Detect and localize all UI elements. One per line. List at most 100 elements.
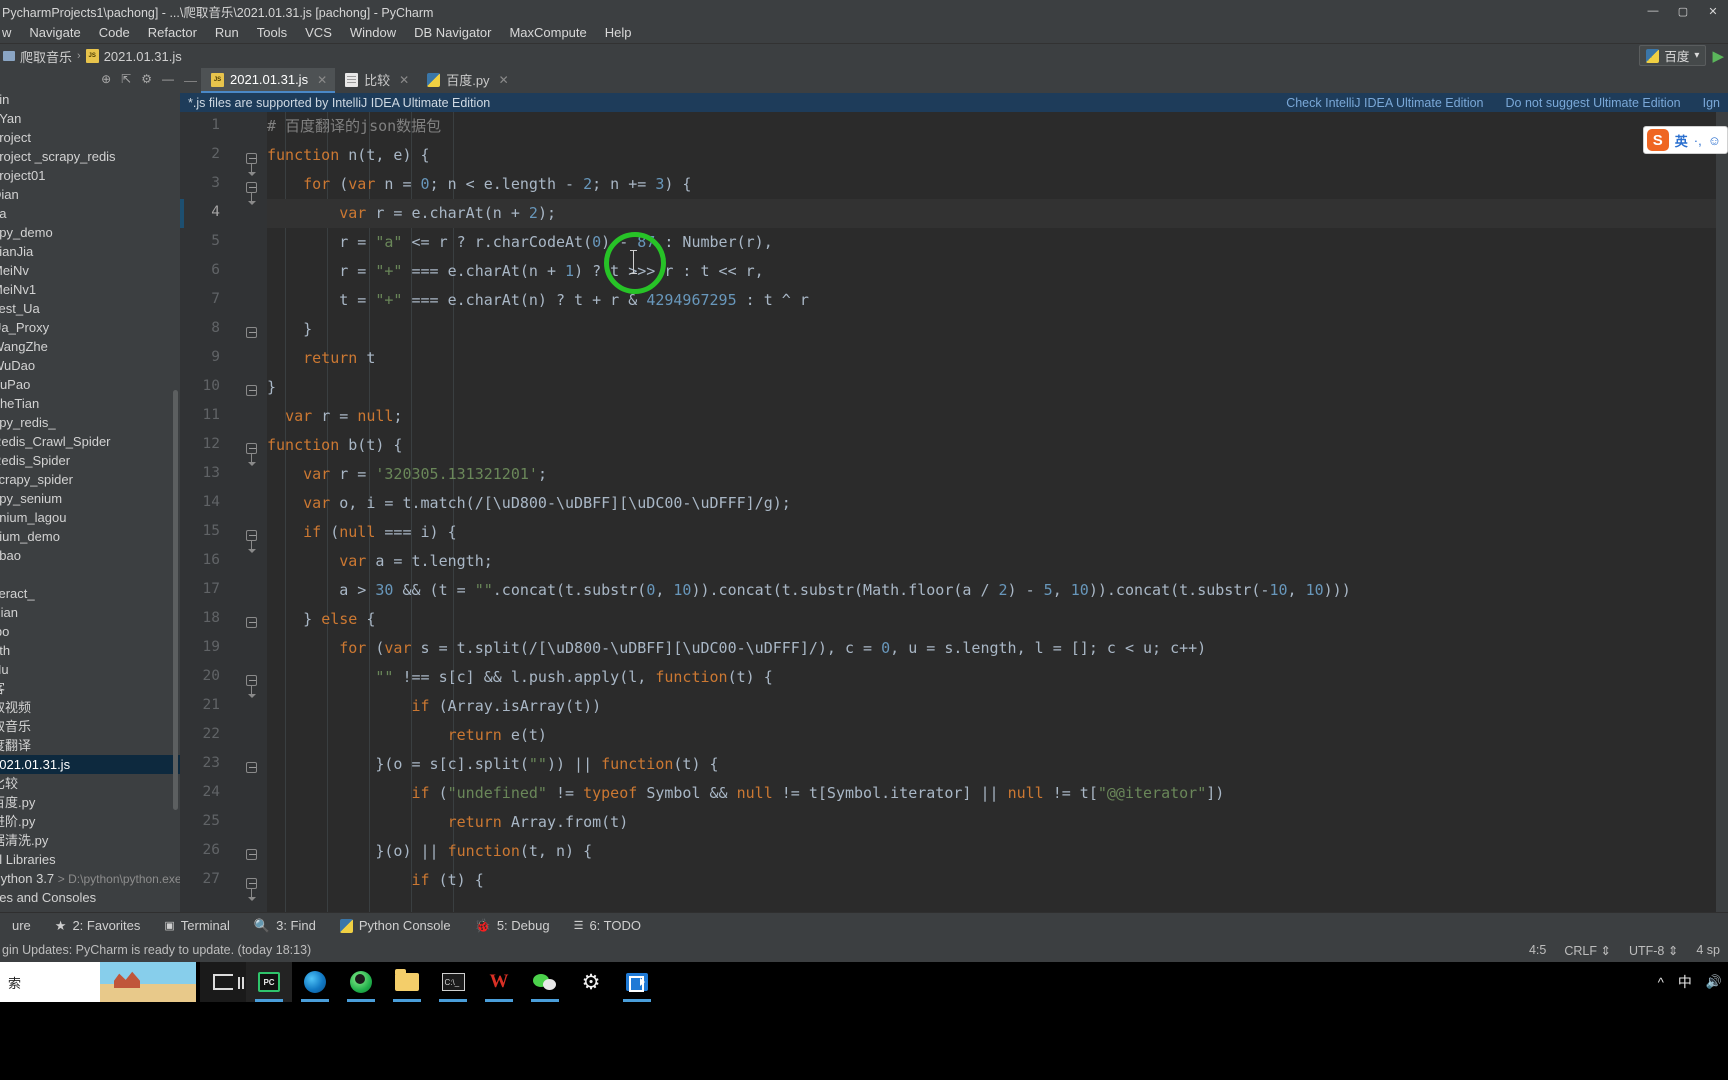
code-line[interactable]: }(o) || function(t, n) {	[267, 837, 1728, 866]
project-tree-item[interactable]: project _scrapy_redis	[0, 147, 180, 166]
menu-item-help[interactable]: Help	[596, 24, 641, 41]
bottom-item-favorites[interactable]: ★ 2: Favorites	[43, 918, 153, 934]
code-line[interactable]: if (null === i) {	[267, 518, 1728, 547]
code-line[interactable]: var a = t.length;	[267, 547, 1728, 576]
project-tree-item[interactable]: WuDao	[0, 356, 180, 375]
project-tree-item[interactable]: Hu	[0, 660, 180, 679]
project-tree-item[interactable]: project01	[0, 166, 180, 185]
indent-selector[interactable]: 4 sp	[1696, 943, 1720, 957]
code-line[interactable]: var o, i = t.match(/[\uD800-\uDBFF][\uDC…	[267, 489, 1728, 518]
project-tree-item[interactable]: apy_senium	[0, 489, 180, 508]
menu-item-navigate[interactable]: Navigate	[20, 24, 89, 41]
code-fold-toggle[interactable]	[246, 530, 259, 553]
tab-baidu-py[interactable]: 百度.py ✕	[417, 68, 516, 93]
code-line[interactable]: }(o = s[c].split("")) || function(t) {	[267, 750, 1728, 779]
menu-item-window[interactable]: Window	[341, 24, 405, 41]
code-fold-toggle[interactable]	[246, 443, 259, 466]
command-prompt-icon[interactable]	[430, 962, 476, 1002]
menu-item-code[interactable]: Code	[90, 24, 139, 41]
tray-expand-icon[interactable]: ^	[1658, 975, 1664, 990]
close-icon[interactable]: ✕	[399, 73, 409, 87]
code-line[interactable]: return e(t)	[267, 721, 1728, 750]
code-line[interactable]: r = "+" === e.charAt(n + 1) ? t >>> r : …	[267, 257, 1728, 286]
code-line[interactable]: function n(t, e) {	[267, 141, 1728, 170]
project-tree-item[interactable]: ZheTian	[0, 394, 180, 413]
project-tree-item[interactable]: 比较	[0, 774, 180, 793]
code-line[interactable]: var r = null;	[267, 402, 1728, 431]
menu-item-w-partial[interactable]: w	[0, 24, 20, 41]
bottom-item-find[interactable]: 🔍 3: Find	[242, 918, 328, 934]
code-line[interactable]: if (Array.isArray(t))	[267, 692, 1728, 721]
code-line[interactable]: for (var s = t.split(/[\uD800-\uDBFF][\u…	[267, 634, 1728, 663]
project-tree-item[interactable]: 取视频	[0, 698, 180, 717]
project-tree-item[interactable]: 度翻译	[0, 736, 180, 755]
project-tree-item[interactable]: apy_demo	[0, 223, 180, 242]
project-tree-item[interactable]: 百度.py	[0, 793, 180, 812]
code-fold-toggle[interactable]	[246, 153, 259, 176]
breadcrumb-file[interactable]: 2021.01.31.js	[83, 49, 185, 64]
code-fold-toggle[interactable]	[246, 385, 259, 398]
project-tree-item[interactable]: 取音乐	[0, 717, 180, 736]
project-tree-item[interactable]: apy_redis_	[0, 413, 180, 432]
breadcrumb-folder[interactable]: 爬取音乐	[0, 47, 75, 66]
bottom-item-debug[interactable]: 🐞 5: Debug	[463, 918, 562, 934]
check-ultimate-link[interactable]: Check IntelliJ IDEA Ultimate Edition	[1286, 96, 1483, 110]
maximize-button[interactable]: ▢	[1668, 0, 1698, 22]
project-tree-item[interactable]: WangZhe	[0, 337, 180, 356]
taskbar-search-box[interactable]: 索	[0, 962, 196, 1002]
project-tree-item[interactable]: scrapy_spider	[0, 470, 180, 489]
project-tree-item[interactable]: LianJia	[0, 242, 180, 261]
project-tree-item[interactable]: al Libraries	[0, 850, 180, 869]
project-tree-item[interactable]: hes and Consoles	[0, 888, 180, 907]
code-line[interactable]: var r = '320305.131321201';	[267, 460, 1728, 489]
task-view-icon[interactable]	[200, 962, 246, 1002]
code-line[interactable]: }	[267, 373, 1728, 402]
code-fold-toggle[interactable]	[246, 849, 259, 862]
edge-browser-icon[interactable]	[292, 962, 338, 1002]
collapse-all-icon[interactable]: ⊕	[101, 72, 111, 86]
menu-item-tools[interactable]: Tools	[248, 24, 296, 41]
locate-icon[interactable]: ⇱	[121, 72, 131, 86]
code-fold-toggle[interactable]	[246, 327, 259, 340]
project-tree-item[interactable]: MeiNv	[0, 261, 180, 280]
run-button[interactable]: ▶	[1712, 47, 1724, 65]
status-message[interactable]: gin Updates: PyCharm is ready to update.…	[2, 943, 311, 957]
sogou-ime-bar[interactable]: S 英 ·, ☺	[1642, 126, 1728, 154]
project-tree-item[interactable]: Redis_Crawl_Spider	[0, 432, 180, 451]
pycharm-icon[interactable]: PC	[246, 962, 292, 1002]
code-line[interactable]: function b(t) {	[267, 431, 1728, 460]
tab-2021-01-31-js[interactable]: 2021.01.31.js ✕	[201, 68, 336, 93]
wps-icon[interactable]: W	[476, 962, 522, 1002]
code-line[interactable]: if (t) {	[267, 866, 1728, 895]
hide-toolwindow-icon[interactable]: —	[162, 72, 174, 86]
tab-list-collapse-icon[interactable]: —	[180, 68, 201, 93]
volume-icon[interactable]: 🔊	[1706, 974, 1722, 990]
close-icon[interactable]: ✕	[317, 73, 327, 87]
bottom-item-structure[interactable]: ure	[0, 918, 43, 933]
code-fold-toggle[interactable]	[246, 617, 259, 630]
code-line[interactable]: }	[267, 315, 1728, 344]
file-explorer-icon[interactable]	[384, 962, 430, 1002]
editor-gutter[interactable]: 1 2 3 4 5 6 7 8 9 10 11 12 13 14 15 16 17 18 19 20 21 22 23 24 2…	[180, 112, 267, 912]
ime-chinese-icon[interactable]: 中	[1678, 972, 1692, 992]
project-tree-item[interactable]: i	[0, 565, 180, 584]
ime-smiley-icon[interactable]: ☺	[1708, 133, 1721, 148]
project-tree-item[interactable]: 客	[0, 679, 180, 698]
project-tree-item[interactable]: obao	[0, 546, 180, 565]
code-line[interactable]: if ("undefined" != typeof Symbol && null…	[267, 779, 1728, 808]
code-line[interactable]: return t	[267, 344, 1728, 373]
caret-position[interactable]: 4:5	[1529, 943, 1546, 957]
wechat-icon[interactable]	[522, 962, 568, 1002]
ignore-link[interactable]: Ign	[1703, 96, 1720, 110]
project-tree-item[interactable]: Dian	[0, 185, 180, 204]
close-button[interactable]: ✕	[1698, 0, 1728, 22]
project-tree-item[interactable]: ibo	[0, 622, 180, 641]
project-tree-item[interactable]: ath	[0, 641, 180, 660]
project-tree-item[interactable]: seract_	[0, 584, 180, 603]
project-tree-item[interactable]: MeiNv1	[0, 280, 180, 299]
menu-item-db-navigator[interactable]: DB Navigator	[405, 24, 500, 41]
menu-item-run[interactable]: Run	[206, 24, 248, 41]
ime-punctuation-icon[interactable]: ·,	[1694, 133, 1702, 148]
code-line[interactable]: for (var n = 0; n < e.length - 2; n += 3…	[267, 170, 1728, 199]
ime-mode-label[interactable]: 英	[1675, 131, 1688, 150]
